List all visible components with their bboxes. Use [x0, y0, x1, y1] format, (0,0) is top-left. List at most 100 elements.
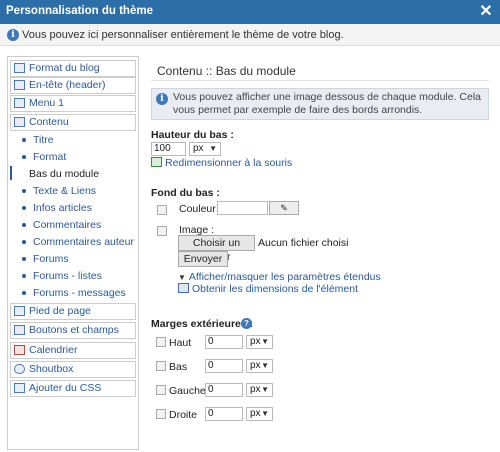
no-file-label: Aucun fichier choisi	[258, 237, 349, 249]
sidebar-item-contenu[interactable]: Contenu	[10, 114, 136, 131]
sidebar-item-format-du-blog[interactable]: Format du blog	[10, 60, 136, 77]
sidebar-item-ajouter-du-css[interactable]: Ajouter du CSS	[10, 380, 136, 397]
sidebar-subitem-label: Commentaires auteur	[33, 236, 134, 248]
height-unit-value: px	[193, 143, 204, 154]
margins-section-title: Marges extérieures :	[151, 318, 254, 330]
sidebar-subitem-commentaires[interactable]: Commentaires	[22, 217, 101, 233]
sidebar-subitem-bas-du-module[interactable]: Bas du module	[22, 166, 99, 182]
active-marker	[10, 166, 12, 180]
margin-bottom-checkbox[interactable]	[156, 361, 166, 371]
resize-mouse-link[interactable]: Redimensionner à la souris	[151, 157, 292, 169]
sidebar-subitem-label: Bas du module	[29, 168, 100, 180]
color-checkbox[interactable]	[157, 205, 167, 215]
sidebar-subitem-label: Forums - messages	[33, 287, 126, 299]
sidebar-subitem-infos-articles[interactable]: Infos articles	[22, 200, 92, 216]
bullet-icon	[22, 274, 26, 278]
sidebar: Format du blog En-tête (header) Menu 1 C…	[7, 56, 139, 450]
window-title: Personnalisation du thème	[6, 5, 153, 17]
content-icon	[14, 117, 25, 127]
close-icon[interactable]: ✕	[477, 3, 495, 21]
sidebar-subitem-forums-listes[interactable]: Forums - listes	[22, 268, 102, 284]
margin-right-unit-select[interactable]: px ▼	[246, 407, 273, 421]
sidebar-item-label: Calendrier	[29, 344, 78, 356]
footer-icon	[14, 306, 25, 316]
sidebar-item-calendrier[interactable]: Calendrier	[10, 342, 136, 359]
dimensions-link-text: Obtenir les dimensions de l'élément	[192, 283, 359, 295]
margin-top-label: Haut	[169, 337, 192, 349]
sidebar-item-en-tete[interactable]: En-tête (header)	[10, 77, 136, 94]
margin-right-checkbox[interactable]	[156, 409, 166, 419]
bullet-icon	[22, 240, 26, 244]
sidebar-subitem-forums-messages[interactable]: Forums - messages	[22, 285, 126, 301]
info-icon: i	[156, 93, 168, 105]
color-input[interactable]	[217, 201, 268, 215]
resize-icon	[151, 157, 162, 167]
resize-link-text: Redimensionner à la souris	[165, 157, 293, 169]
toggle-link-text: Afficher/masquer les paramètres étendus	[188, 271, 381, 283]
color-label: Couleur :	[179, 203, 222, 215]
background-section-title: Fond du bas :	[151, 187, 220, 199]
sidebar-item-boutons-et-champs[interactable]: Boutons et champs	[10, 322, 136, 339]
buttons-icon	[14, 325, 25, 335]
send-button[interactable]: Envoyer	[178, 251, 228, 267]
height-section-title: Hauteur du bas :	[151, 129, 234, 141]
sidebar-subitem-texte-liens[interactable]: Texte & Liens	[22, 183, 96, 199]
sidebar-item-shoutbox[interactable]: Shoutbox	[10, 361, 136, 378]
bullet-icon	[22, 189, 26, 193]
info-note-text: Vous pouvez afficher une image dessous d…	[173, 91, 482, 116]
margin-top-unit-select[interactable]: px ▼	[246, 335, 273, 349]
window-titlebar: Personnalisation du thème ✕	[0, 0, 500, 24]
chevron-down-icon: ▼	[261, 385, 269, 394]
choose-file-button[interactable]: Choisir un fichier	[178, 235, 255, 263]
margin-top-checkbox[interactable]	[156, 337, 166, 347]
margin-right-input[interactable]: 0	[205, 407, 243, 421]
info-bar-text: Vous pouvez ici personnaliser entièremen…	[22, 29, 344, 41]
bullet-icon	[22, 257, 26, 261]
help-icon[interactable]: ?	[241, 318, 252, 329]
sidebar-item-label: Shoutbox	[29, 363, 74, 375]
sidebar-item-pied-de-page[interactable]: Pied de page	[10, 303, 136, 320]
height-input[interactable]: 100	[151, 142, 186, 156]
margin-left-unit-select[interactable]: px ▼	[246, 383, 273, 397]
dimensions-icon	[178, 283, 189, 293]
sidebar-item-menu-1[interactable]: Menu 1	[10, 95, 136, 112]
chevron-down-icon: ▼	[261, 361, 269, 370]
main-panel: Contenu :: Bas du module i Vous pouvez a…	[141, 56, 493, 452]
height-unit-select[interactable]: px ▼	[189, 142, 221, 156]
speech-bubble-icon	[14, 364, 25, 374]
margin-bottom-unit-select[interactable]: px ▼	[246, 359, 273, 373]
menu-icon	[14, 98, 25, 108]
eyedropper-icon[interactable]: ✎	[269, 201, 299, 215]
sidebar-subitem-forums[interactable]: Forums	[22, 251, 69, 267]
margin-left-unit-value: px	[250, 384, 261, 395]
sidebar-subitem-label: Format	[33, 151, 67, 163]
calendar-icon	[14, 345, 25, 355]
margin-top-unit-value: px	[250, 336, 261, 347]
sidebar-item-label: Ajouter du CSS	[29, 382, 102, 394]
sidebar-subitem-label: Forums	[33, 253, 69, 265]
margin-bottom-input[interactable]: 0	[205, 359, 243, 373]
sidebar-item-label: Contenu	[29, 116, 69, 128]
margin-left-label: Gauche	[169, 385, 206, 397]
margin-left-input[interactable]: 0	[205, 383, 243, 397]
css-icon	[14, 383, 25, 393]
info-icon: i	[7, 29, 19, 41]
info-bar: i Vous pouvez ici personnaliser entièrem…	[0, 24, 500, 46]
get-dimensions-link[interactable]: Obtenir les dimensions de l'élément	[178, 283, 358, 295]
sidebar-item-label: Pied de page	[29, 305, 91, 317]
sidebar-subitem-format[interactable]: Format	[22, 149, 66, 165]
margin-top-input[interactable]: 0	[205, 335, 243, 349]
margin-right-label: Droite	[169, 409, 198, 421]
format-icon	[14, 63, 25, 73]
divider	[151, 80, 489, 81]
toggle-extended-link[interactable]: ▼ Afficher/masquer les paramètres étendus	[178, 271, 381, 283]
bullet-icon	[22, 206, 26, 210]
margin-left-checkbox[interactable]	[156, 385, 166, 395]
sidebar-subitem-label: Titre	[33, 134, 54, 146]
sidebar-subitem-titre[interactable]: Titre	[22, 132, 54, 148]
sidebar-subitem-commentaires-auteur[interactable]: Commentaires auteur	[22, 234, 134, 250]
bullet-icon	[22, 223, 26, 227]
info-note: i Vous pouvez afficher une image dessous…	[151, 88, 489, 120]
image-checkbox[interactable]	[157, 226, 167, 236]
bullet-icon	[22, 155, 26, 159]
